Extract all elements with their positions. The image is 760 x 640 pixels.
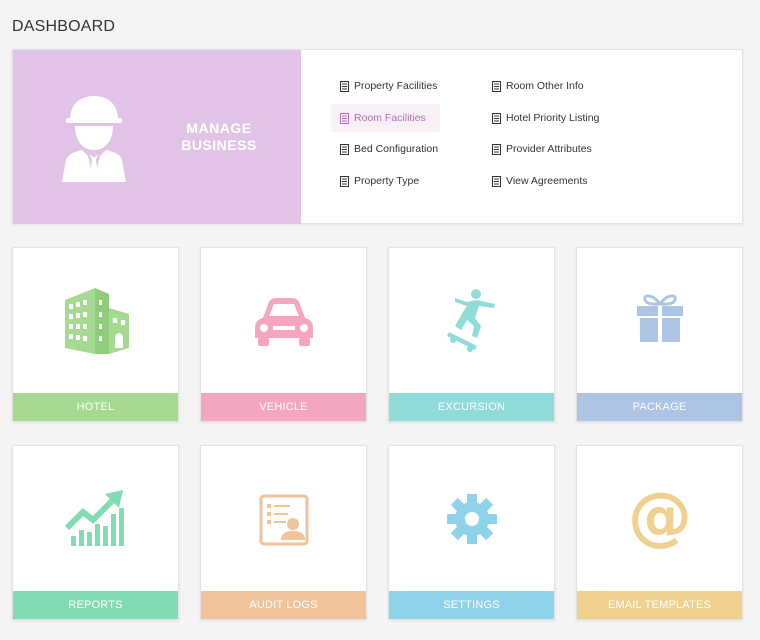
link-label: Bed Configuration bbox=[354, 143, 439, 155]
link-room-facilities[interactable]: Room Facilities bbox=[331, 104, 440, 132]
link-property-facilities[interactable]: Property Facilities bbox=[331, 72, 451, 100]
document-icon bbox=[340, 112, 349, 124]
tile-hotel[interactable]: HOTEL bbox=[12, 247, 179, 422]
manage-title-line2: BUSINESS bbox=[181, 137, 257, 153]
document-icon bbox=[492, 175, 501, 187]
link-label: Hotel Priority Listing bbox=[506, 112, 600, 124]
link-label: Property Type bbox=[354, 175, 420, 187]
car-icon bbox=[254, 298, 313, 346]
growth-chart-icon bbox=[64, 490, 124, 546]
link-hotel-priority-listing[interactable]: Hotel Priority Listing bbox=[483, 104, 613, 132]
link-label: View Agreements bbox=[506, 175, 588, 187]
svg-text:@: @ bbox=[628, 484, 692, 554]
document-icon bbox=[340, 143, 349, 155]
document-icon bbox=[340, 80, 349, 92]
businessman-icon bbox=[62, 96, 126, 182]
manage-business-card: MANAGE BUSINESS Property Facilities Room… bbox=[12, 49, 743, 224]
document-icon bbox=[492, 80, 501, 92]
link-view-agreements[interactable]: View Agreements bbox=[483, 167, 602, 195]
tile-label: EMAIL TEMPLATES bbox=[577, 591, 742, 619]
tile-reports[interactable]: REPORTS bbox=[12, 445, 179, 620]
tile-label: REPORTS bbox=[13, 591, 178, 619]
link-label: Property Facilities bbox=[354, 80, 438, 92]
tile-label: HOTEL bbox=[13, 393, 178, 421]
tile-label: EXCURSION bbox=[389, 393, 554, 421]
tile-email-templates[interactable]: @ EMAIL TEMPLATES bbox=[576, 445, 743, 620]
gift-icon bbox=[636, 294, 683, 342]
document-icon bbox=[492, 143, 501, 155]
link-room-other-info[interactable]: Room Other Info bbox=[483, 72, 598, 100]
tile-settings[interactable]: SETTINGS bbox=[388, 445, 555, 620]
tile-excursion[interactable]: EXCURSION bbox=[388, 247, 555, 422]
at-sign-icon: @ bbox=[628, 484, 692, 554]
link-provider-attributes[interactable]: Provider Attributes bbox=[483, 135, 606, 163]
manage-title-line1: MANAGE bbox=[186, 120, 252, 136]
gear-icon bbox=[446, 494, 497, 544]
tile-label: VEHICLE bbox=[201, 393, 366, 421]
document-icon bbox=[492, 112, 501, 124]
tile-label: PACKAGE bbox=[577, 393, 742, 421]
document-icon bbox=[340, 175, 349, 187]
link-label: Room Facilities bbox=[354, 112, 426, 124]
link-property-type[interactable]: Property Type bbox=[331, 167, 433, 195]
page-title: DASHBOARD bbox=[12, 18, 116, 35]
tile-label: SETTINGS bbox=[389, 591, 554, 619]
id-card-icon bbox=[259, 494, 308, 546]
link-bed-configuration[interactable]: Bed Configuration bbox=[331, 135, 452, 163]
link-label: Provider Attributes bbox=[506, 143, 592, 155]
tile-audit-logs[interactable]: AUDIT LOGS bbox=[200, 445, 367, 620]
manage-business-title: MANAGE BUSINESS bbox=[173, 120, 265, 154]
tile-package[interactable]: PACKAGE bbox=[576, 247, 743, 422]
skateboarder-icon bbox=[446, 289, 495, 352]
building-icon bbox=[64, 288, 129, 354]
manage-business-panel[interactable]: MANAGE BUSINESS bbox=[13, 50, 301, 224]
tile-label: AUDIT LOGS bbox=[201, 591, 366, 619]
tile-vehicle[interactable]: VEHICLE bbox=[200, 247, 367, 422]
link-label: Room Other Info bbox=[506, 80, 584, 92]
